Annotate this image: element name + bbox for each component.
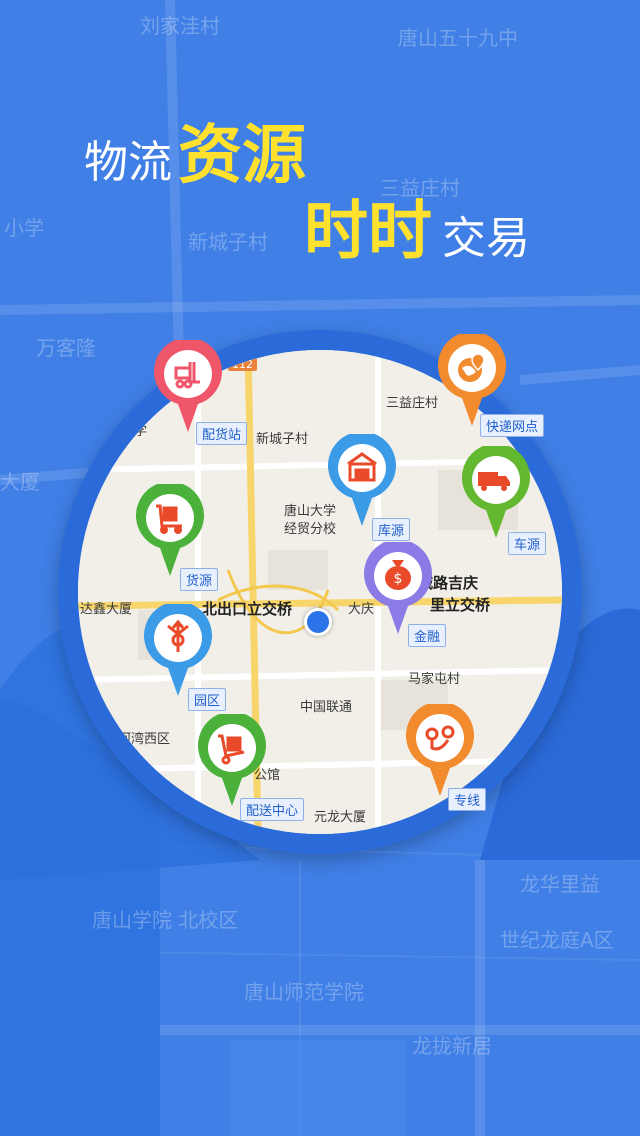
pin-label-huoyuan[interactable]: 货源: [180, 568, 219, 591]
map-label: 河湾西区: [118, 732, 171, 747]
bg-label: 刘家洼村: [140, 14, 220, 38]
headline-yellow-text: 时时: [304, 195, 432, 269]
map-label: 达鑫大厦: [80, 602, 133, 617]
pin-label-peisong[interactable]: 配送中心: [240, 798, 305, 821]
pin-label-yuanqu[interactable]: 园区: [188, 688, 227, 711]
headline-line1: 物流资源: [84, 104, 306, 196]
map-label: 里立交桥: [430, 596, 491, 614]
bg-label: 世纪龙庭A区: [500, 928, 614, 952]
headline-yellow-text: 资源: [178, 119, 306, 193]
map-label: 学: [134, 424, 148, 439]
bg-label: 唐山学院 北校区: [92, 908, 239, 932]
bg-label: 小学: [4, 216, 44, 240]
map-label: 马家屯村: [408, 672, 461, 687]
svg-text:$: $: [394, 571, 403, 587]
bg-label: 万客隆: [36, 336, 96, 360]
headline-line2: 时时 交易: [304, 180, 530, 272]
bg-label: 唐山师范学院: [244, 980, 364, 1004]
map-label: 北出口立交桥: [202, 600, 293, 618]
current-location-dot: [304, 608, 332, 636]
map-label: 中国联通: [300, 700, 353, 715]
pin-label-jinrong[interactable]: 金融: [408, 624, 447, 647]
pin-huoyuan[interactable]: [134, 484, 206, 580]
pin-label-kuaidi[interactable]: 快递网点: [480, 414, 545, 437]
pin-yuanqu[interactable]: [142, 604, 214, 700]
pin-label-cheyuan[interactable]: 车源: [508, 532, 547, 555]
bg-label: 唐山五十九中: [398, 26, 518, 50]
pin-peisong[interactable]: [196, 714, 268, 810]
map-label: 元龙大厦: [314, 810, 367, 825]
map-label: 新城子村: [256, 432, 309, 447]
pin-label-peihuozhan[interactable]: 配货站: [196, 422, 248, 445]
bg-label: 大厦: [0, 470, 40, 494]
bg-label: 龙华里益: [520, 872, 600, 896]
pin-label-zhuanxian[interactable]: 专线: [448, 788, 487, 811]
road-badge: 112: [228, 358, 257, 371]
pin-kuyuan[interactable]: [326, 434, 398, 530]
pin-label-kuyuan[interactable]: 库源: [372, 518, 411, 541]
bg-label: 新城子村: [188, 230, 268, 254]
pin-zhuanxian[interactable]: [404, 704, 476, 800]
map-label: 三益庄村: [386, 396, 439, 411]
headline-white-text: 物流: [84, 137, 172, 188]
pin-cheyuan[interactable]: [460, 446, 532, 542]
bottom-block: [230, 1040, 406, 1136]
headline-white-text: 交易: [442, 213, 530, 264]
bg-label: 龙拢新居: [412, 1034, 492, 1058]
